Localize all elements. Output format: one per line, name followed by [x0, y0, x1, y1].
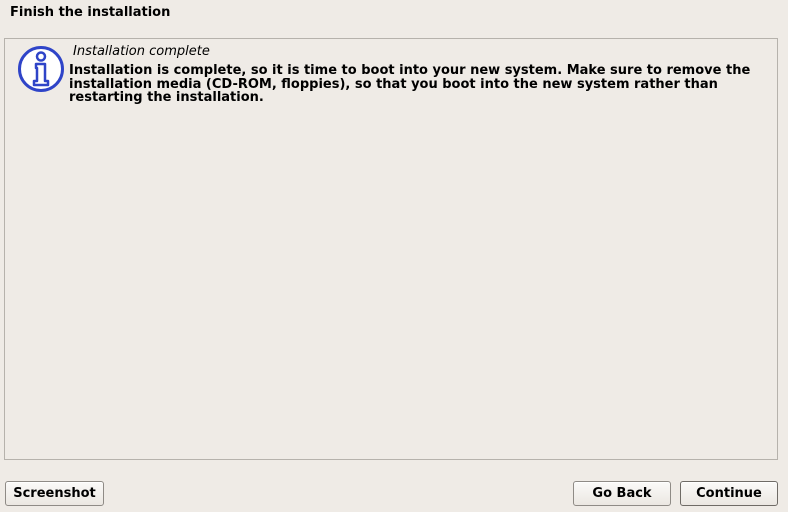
info-message: Installation is complete, so it is time …	[69, 63, 751, 105]
continue-button[interactable]: Continue	[680, 481, 778, 506]
main-panel: Installation complete Installation is co…	[4, 38, 778, 460]
page-title: Finish the installation	[10, 5, 171, 20]
info-icon	[17, 45, 65, 93]
go-back-button[interactable]: Go Back	[573, 481, 671, 506]
screenshot-button[interactable]: Screenshot	[5, 481, 104, 506]
info-title: Installation complete	[73, 44, 210, 59]
